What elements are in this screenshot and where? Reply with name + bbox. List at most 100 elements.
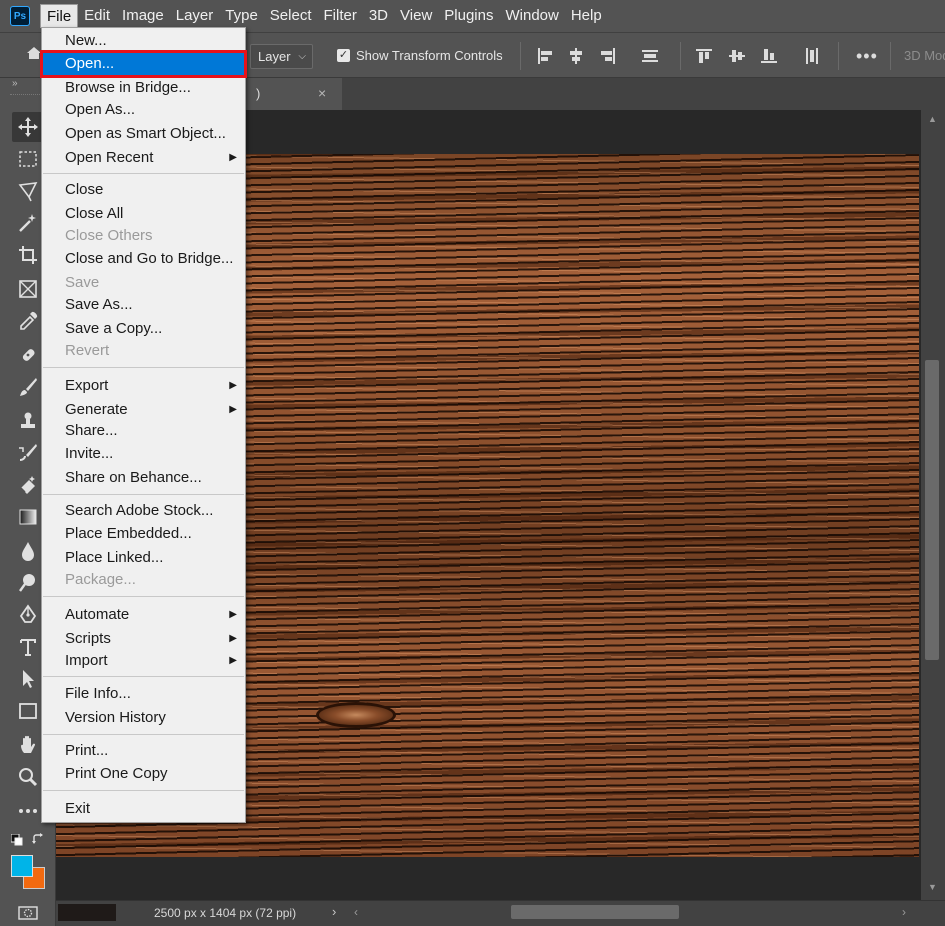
menu-item-close-and-go-to-bridge[interactable]: Close and Go to Bridge...	[42, 248, 245, 270]
menu-plugins[interactable]: Plugins	[438, 4, 499, 28]
menu-item-print[interactable]: Print...	[42, 740, 245, 762]
menu-item-open-as-smart-object[interactable]: Open as Smart Object...	[42, 123, 245, 145]
menu-item-open-recent[interactable]: Open Recent ▶	[42, 147, 245, 169]
zoom-tool-icon[interactable]	[12, 762, 44, 792]
healing-brush-icon[interactable]	[12, 340, 44, 370]
vertical-scroll-thumb[interactable]	[925, 360, 939, 660]
pen-tool-icon[interactable]	[12, 600, 44, 630]
path-selection-icon[interactable]	[12, 664, 44, 694]
collapse-toolbar-icon[interactable]: »	[12, 78, 18, 89]
menu-item-place-embedded[interactable]: Place Embedded...	[42, 523, 245, 545]
swap-colors-icon[interactable]	[32, 833, 45, 846]
dodge-tool-icon[interactable]	[12, 568, 44, 598]
menu-3d[interactable]: 3D	[363, 4, 394, 28]
submenu-arrow-icon: ▶	[229, 655, 237, 666]
distribute-vertically-icon[interactable]	[640, 46, 660, 66]
menu-item-print-one-copy[interactable]: Print One Copy	[42, 763, 245, 785]
chevron-down-icon: ⌵	[298, 51, 306, 62]
blur-tool-icon[interactable]	[12, 536, 44, 566]
status-bar: 2500 px x 1404 px (72 ppi) › ‹ ›	[56, 900, 945, 926]
show-transform-controls-checkbox[interactable]: ✓	[337, 49, 350, 62]
menu-file[interactable]: File	[40, 4, 79, 28]
menu-item-export[interactable]: Export ▶	[42, 375, 245, 397]
align-bottom-edges-icon[interactable]	[759, 46, 779, 66]
document-tab-title: )	[256, 86, 261, 101]
align-horizontal-centers-icon[interactable]	[566, 46, 586, 66]
history-brush-icon[interactable]	[12, 438, 44, 468]
menu-item-open[interactable]: Open...	[40, 50, 247, 78]
close-tab-icon[interactable]: ×	[318, 85, 326, 101]
menu-item-revert: Revert	[65, 342, 110, 359]
menu-item-place-linked[interactable]: Place Linked...	[42, 547, 245, 569]
rectangle-tool-icon[interactable]	[12, 696, 44, 726]
menu-item-open-as[interactable]: Open As...	[42, 99, 245, 121]
menu-item-close[interactable]: Close	[42, 179, 245, 201]
lasso-tool-icon[interactable]	[12, 176, 44, 206]
menu-item-generate[interactable]: Generate ▶	[42, 399, 245, 421]
vertical-scrollbar[interactable]: ▲ ▼	[921, 110, 945, 900]
menu-item-invite[interactable]: Invite...	[42, 443, 245, 465]
document-tab[interactable]: ) ×	[246, 78, 342, 110]
home-icon[interactable]	[26, 45, 42, 61]
menu-item-file-info[interactable]: File Info...	[42, 683, 245, 705]
scroll-left-icon[interactable]: ‹	[354, 905, 358, 919]
menu-separator	[43, 173, 244, 174]
align-vertical-centers-icon[interactable]	[727, 46, 747, 66]
menu-item-save-a-copy[interactable]: Save a Copy...	[42, 318, 245, 340]
menu-item-scripts[interactable]: Scripts ▶	[42, 628, 245, 650]
magic-wand-icon[interactable]	[12, 208, 44, 238]
gradient-tool-icon[interactable]	[12, 502, 44, 532]
menu-item-new[interactable]: New...	[42, 30, 245, 52]
menu-item-import[interactable]: Import ▶	[42, 650, 245, 672]
frame-tool-icon[interactable]	[12, 274, 44, 304]
zoom-level-field[interactable]	[58, 904, 116, 921]
menu-window[interactable]: Window	[499, 4, 564, 28]
eraser-icon[interactable]	[12, 470, 44, 500]
marquee-tool-icon[interactable]	[12, 144, 44, 174]
clone-stamp-icon[interactable]	[12, 406, 44, 436]
more-options-icon[interactable]: •••	[856, 46, 878, 67]
auto-select-target-dropdown[interactable]: Layer ⌵	[250, 44, 313, 69]
menu-item-exit[interactable]: Exit	[42, 798, 245, 820]
menu-edit[interactable]: Edit	[78, 4, 116, 28]
status-menu-chevron-icon[interactable]: ›	[332, 904, 336, 919]
hand-tool-icon[interactable]	[12, 730, 44, 760]
align-right-edges-icon[interactable]	[598, 46, 618, 66]
scroll-up-icon[interactable]: ▲	[928, 114, 937, 124]
menu-item-share-on-behance[interactable]: Share on Behance...	[42, 467, 245, 489]
menu-item-share[interactable]: Share...	[42, 420, 245, 442]
photoshop-logo: Ps	[10, 6, 30, 26]
foreground-color-swatch[interactable]	[11, 855, 33, 877]
horizontal-scroll-thumb[interactable]	[511, 905, 679, 919]
menu-item-automate[interactable]: Automate ▶	[42, 604, 245, 626]
menu-item-close-all[interactable]: Close All	[42, 203, 245, 225]
more-tools-icon[interactable]	[12, 796, 44, 826]
menu-type[interactable]: Type	[219, 4, 264, 28]
menu-item-search-adobe-stock[interactable]: Search Adobe Stock...	[42, 500, 245, 522]
eyedropper-icon[interactable]	[12, 306, 44, 336]
show-transform-controls-label: Show Transform Controls	[356, 48, 503, 63]
menu-item-save-as[interactable]: Save As...	[42, 294, 245, 316]
menu-help[interactable]: Help	[565, 4, 608, 28]
move-tool-icon[interactable]	[12, 112, 44, 142]
align-top-edges-icon[interactable]	[694, 46, 714, 66]
toolbar-grip[interactable]	[10, 94, 44, 96]
distribute-horizontally-icon[interactable]	[802, 46, 822, 66]
menu-select[interactable]: Select	[264, 4, 318, 28]
scroll-down-icon[interactable]: ▼	[928, 882, 937, 892]
scroll-right-icon[interactable]: ›	[902, 905, 906, 919]
quick-mask-icon[interactable]	[18, 906, 38, 920]
menu-view[interactable]: View	[394, 4, 438, 28]
crop-tool-icon[interactable]	[12, 240, 44, 270]
brush-tool-icon[interactable]	[12, 372, 44, 402]
menu-item-version-history[interactable]: Version History	[42, 707, 245, 729]
default-colors-icon[interactable]	[11, 834, 23, 846]
menu-filter[interactable]: Filter	[318, 4, 363, 28]
menu-item-save: Save	[65, 274, 100, 291]
menu-image[interactable]: Image	[116, 4, 170, 28]
align-left-edges-icon[interactable]	[535, 46, 555, 66]
menu-layer[interactable]: Layer	[170, 4, 220, 28]
type-tool-icon[interactable]	[12, 632, 44, 662]
options-separator	[680, 42, 681, 70]
menu-item-browse-in-bridge[interactable]: Browse in Bridge...	[42, 77, 245, 99]
